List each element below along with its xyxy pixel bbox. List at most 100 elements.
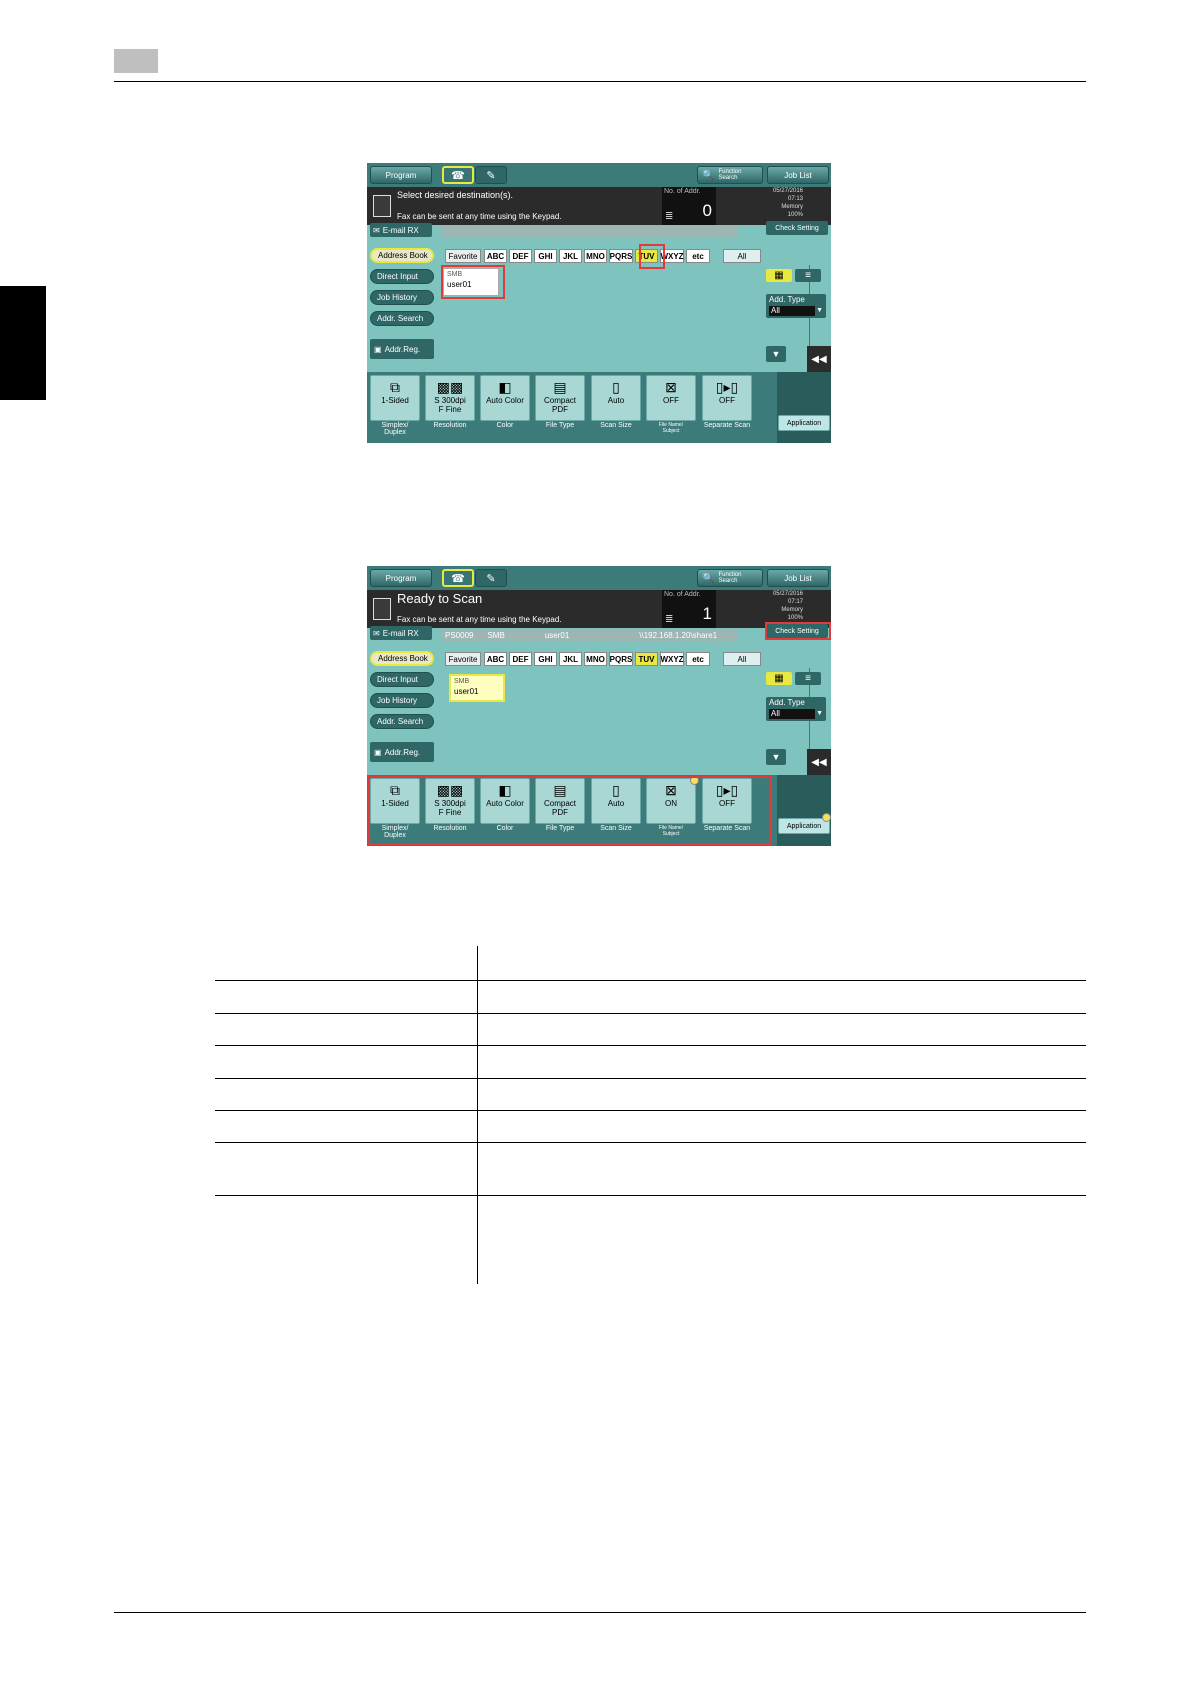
fax-icon[interactable]: ☎ bbox=[442, 569, 474, 587]
tab-def[interactable]: DEF bbox=[509, 652, 532, 666]
scroll-down-icon[interactable]: ▼ bbox=[766, 346, 786, 362]
message-bar: Ready to Scan Fax can be sent at any tim… bbox=[367, 590, 831, 628]
envelope-icon: ✉ bbox=[373, 225, 380, 235]
separate-scan-button[interactable]: ▯▸▯ OFF bbox=[702, 375, 752, 421]
list-view-icon[interactable]: ≡ bbox=[795, 269, 821, 282]
nav-address-book[interactable]: Address Book bbox=[370, 651, 434, 666]
status-message: Ready to Scan bbox=[397, 591, 483, 606]
chevron-down-icon: ▼ bbox=[816, 710, 823, 717]
destination-bar bbox=[441, 226, 737, 238]
tab-tuv[interactable]: TUV bbox=[635, 652, 658, 666]
tab-all[interactable]: All bbox=[723, 249, 761, 263]
file-type-button[interactable]: ▤ Compact PDF bbox=[535, 375, 585, 421]
tab-wxyz[interactable]: WXYZ bbox=[660, 652, 684, 666]
tab-favorite[interactable]: Favorite bbox=[445, 249, 481, 263]
top-bar: Program ☎ ✎ 🔍 Function Search Job List bbox=[367, 163, 831, 187]
magnifier-icon: 🔍 bbox=[702, 169, 715, 181]
grid-view-icon[interactable]: ▦ bbox=[766, 672, 792, 685]
grid-view-icon[interactable]: ▦ bbox=[766, 269, 792, 282]
collapse-left-icon[interactable]: ◀◀ bbox=[807, 749, 831, 775]
job-list-button[interactable]: Job List bbox=[767, 166, 829, 184]
highlight-tuv bbox=[639, 244, 665, 269]
function-bar: ⧉ 1-Sided ▩▩ S 300dpi F Fine ◧ Auto Color ▤ C… bbox=[367, 372, 831, 443]
chapter-number-box bbox=[114, 49, 158, 73]
message-bar: Select desired destination(s). Fax can b… bbox=[367, 187, 831, 225]
resolution-button[interactable]: ▩▩ S 300dpi F Fine bbox=[425, 375, 475, 421]
nav-addr-search[interactable]: Addr. Search bbox=[370, 311, 434, 326]
list-icon: ≣ bbox=[665, 614, 674, 625]
address-counter: No. of Addr. ≣ 0 bbox=[662, 187, 716, 225]
envelope-icon: ✉ bbox=[373, 628, 380, 638]
keypad-message: Fax can be sent at any time using the Ke… bbox=[397, 615, 562, 624]
destination-card-selected[interactable]: SMB user01 bbox=[449, 674, 505, 702]
nav-direct-input[interactable]: Direct Input bbox=[370, 672, 434, 687]
addr-reg-button[interactable]: ▣ Addr.Reg. bbox=[370, 339, 434, 359]
scroll-down-icon[interactable]: ▼ bbox=[766, 749, 786, 765]
tab-etc[interactable]: etc bbox=[686, 652, 710, 666]
simplex-icon: ⧉ bbox=[390, 379, 400, 395]
nav-job-history[interactable]: Job History bbox=[370, 290, 434, 305]
tab-pqrs[interactable]: PQRS bbox=[609, 249, 633, 263]
address-count: 1 bbox=[702, 604, 712, 623]
job-list-button[interactable]: Job List bbox=[767, 569, 829, 587]
nav-job-history[interactable]: Job History bbox=[370, 693, 434, 708]
addr-reg-button[interactable]: ▣ Addr.Reg. bbox=[370, 742, 434, 762]
file-name-subject-button[interactable]: ⊠ OFF bbox=[646, 375, 696, 421]
document-icon bbox=[373, 195, 391, 217]
book-icon: ▣ bbox=[374, 344, 382, 354]
table-row-rule bbox=[215, 1078, 1086, 1079]
table-row-rule bbox=[215, 1195, 1086, 1196]
simplex-duplex-button[interactable]: ⧉ 1-Sided bbox=[370, 375, 420, 421]
mail-doc-icon: ⊠ bbox=[665, 379, 677, 395]
page-icon: ▯ bbox=[612, 379, 620, 395]
collapse-left-icon[interactable]: ◀◀ bbox=[807, 346, 831, 372]
function-search-button[interactable]: 🔍 Function Search bbox=[697, 166, 763, 184]
program-button[interactable]: Program bbox=[370, 166, 432, 184]
add-type-select[interactable]: Add. Type All ▼ bbox=[766, 697, 826, 721]
email-rx-button[interactable]: ✉ E-mail RX bbox=[370, 223, 432, 237]
header-rule bbox=[114, 81, 1086, 82]
fax-icon[interactable]: ☎ bbox=[442, 166, 474, 184]
color-icon: ◧ bbox=[498, 379, 512, 395]
tab-mno[interactable]: MNO bbox=[584, 652, 607, 666]
check-setting-button[interactable]: Check Setting bbox=[766, 221, 828, 235]
scan-screen-select-destination: Program ☎ ✎ 🔍 Function Search Job List Se… bbox=[367, 163, 831, 443]
scan-pen-icon[interactable]: ✎ bbox=[475, 166, 507, 184]
separate-scan-icon: ▯▸▯ bbox=[715, 379, 739, 395]
table-row-rule bbox=[215, 1110, 1086, 1111]
nav-address-book[interactable]: Address Book bbox=[370, 248, 434, 263]
highlight-check-setting bbox=[765, 622, 831, 640]
pdf-icon: ▤ bbox=[553, 379, 567, 395]
tab-favorite[interactable]: Favorite bbox=[445, 652, 481, 666]
email-rx-button[interactable]: ✉ E-mail RX bbox=[370, 626, 432, 640]
scan-screen-ready: Program ☎ ✎ 🔍 Function Search Job List Re… bbox=[367, 566, 831, 846]
resolution-icon: ▩▩ bbox=[436, 379, 464, 395]
tab-jkl[interactable]: JKL bbox=[559, 249, 582, 263]
scan-pen-icon[interactable]: ✎ bbox=[475, 569, 507, 587]
tab-ghi[interactable]: GHI bbox=[534, 652, 557, 666]
book-icon: ▣ bbox=[374, 747, 382, 757]
tab-all[interactable]: All bbox=[723, 652, 761, 666]
status-info: 05/27/2016 07:13 Memory 100% bbox=[772, 188, 803, 218]
tab-ghi[interactable]: GHI bbox=[534, 249, 557, 263]
tab-abc[interactable]: ABC bbox=[484, 249, 507, 263]
nav-direct-input[interactable]: Direct Input bbox=[370, 269, 434, 284]
footer-rule bbox=[114, 1612, 1086, 1613]
status-message: Select desired destination(s). bbox=[397, 190, 514, 200]
tab-mno[interactable]: MNO bbox=[584, 249, 607, 263]
tab-jkl[interactable]: JKL bbox=[559, 652, 582, 666]
tab-etc[interactable]: etc bbox=[686, 249, 710, 263]
program-button[interactable]: Program bbox=[370, 569, 432, 587]
tab-pqrs[interactable]: PQRS bbox=[609, 652, 633, 666]
function-search-button[interactable]: 🔍 Function Search bbox=[697, 569, 763, 587]
add-type-select[interactable]: Add. Type All ▼ bbox=[766, 294, 826, 318]
destination-bar[interactable]: PS0009 SMB user01 \\192.168.1.20\share1 bbox=[441, 629, 737, 641]
list-view-icon[interactable]: ≡ bbox=[795, 672, 821, 685]
application-button[interactable]: Application bbox=[778, 415, 830, 431]
tab-def[interactable]: DEF bbox=[509, 249, 532, 263]
nav-addr-search[interactable]: Addr. Search bbox=[370, 714, 434, 729]
table-row-rule bbox=[215, 1142, 1086, 1143]
color-button[interactable]: ◧ Auto Color bbox=[480, 375, 530, 421]
scan-size-button[interactable]: ▯ Auto bbox=[591, 375, 641, 421]
tab-abc[interactable]: ABC bbox=[484, 652, 507, 666]
